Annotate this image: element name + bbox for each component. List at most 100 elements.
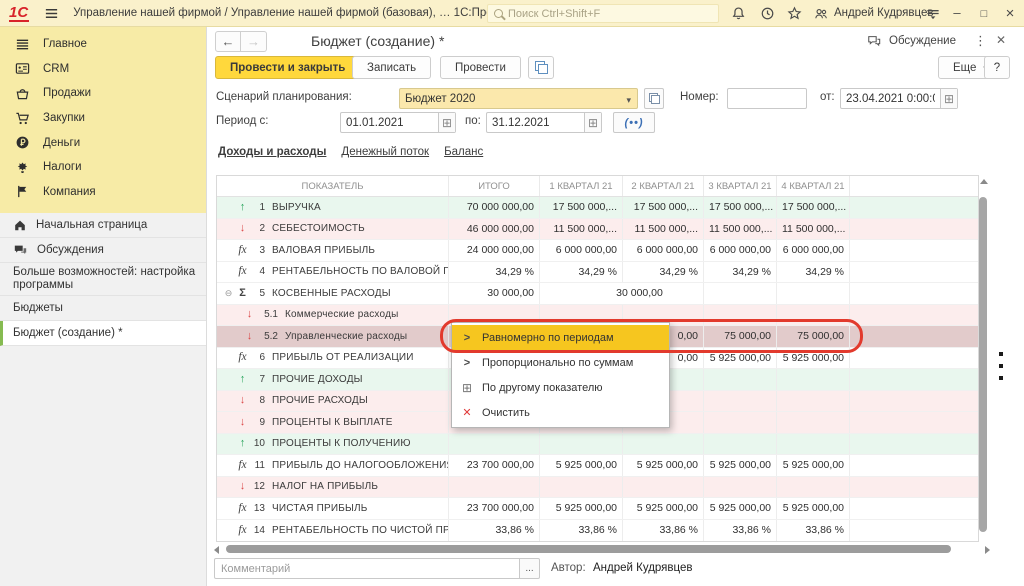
panel-splitter-handle[interactable]	[999, 352, 1004, 384]
horizontal-scrollbar[interactable]	[212, 544, 992, 554]
cell-q3[interactable]: 5 925 000,00	[704, 348, 777, 369]
table-row[interactable]: 5КОСВЕННЫЕ РАСХОДЫ 30 000,00 30 000,00	[217, 283, 978, 305]
search-input[interactable]	[508, 8, 712, 20]
period-from-input[interactable]	[341, 117, 438, 129]
menu-item-proportional-to-amounts[interactable]: Пропорционально по суммам	[452, 350, 669, 375]
contacts-button[interactable]	[813, 6, 829, 21]
sidebar-item-purchases[interactable]: Закупки	[0, 106, 206, 131]
calendar-icon[interactable]	[940, 89, 957, 108]
cell-q4[interactable]	[777, 283, 850, 304]
cell-q3[interactable]	[704, 283, 777, 304]
cell-q4[interactable]: 75 000,00	[777, 326, 850, 347]
cell-q3[interactable]: 5 925 000,00	[704, 455, 777, 476]
help-button[interactable]: ?	[984, 56, 1010, 79]
table-row[interactable]: 10ПРОЦЕНТЫ К ПОЛУЧЕНИЮ	[217, 434, 978, 456]
period-to-field[interactable]	[486, 112, 602, 133]
sidebar-item-taxes[interactable]: Налоги	[0, 155, 206, 180]
kebab-menu-icon[interactable]	[974, 33, 987, 49]
cell-q3[interactable]: 11 500 000,...	[704, 219, 777, 240]
sidebar-item-sales[interactable]: Продажи	[0, 81, 206, 106]
sidebar-item-main[interactable]: Главное	[0, 32, 206, 57]
table-row[interactable]: 1ВЫРУЧКА 70 000 000,00 17 500 000,... 17…	[217, 197, 978, 219]
cell-q4[interactable]: 5 925 000,00	[777, 498, 850, 519]
table-row[interactable]: 2СЕБЕСТОИМОСТЬ 46 000 000,00 11 500 000,…	[217, 219, 978, 241]
sidebar-item-budget-new[interactable]: Бюджет (создание) *	[0, 321, 206, 346]
table-row[interactable]: 4РЕНТАБЕЛЬНОСТЬ ПО ВАЛОВОЙ ПР... 34,29 %…	[217, 262, 978, 284]
menu-item-evenly-by-periods[interactable]: Равномерно по периодам	[452, 325, 669, 350]
close-window-button[interactable]	[1001, 5, 1019, 22]
forward-button[interactable]	[241, 31, 267, 52]
cell-q1[interactable]: 5 925 000,00	[540, 455, 623, 476]
cell-total[interactable]: 34,29 %	[449, 262, 540, 283]
scenario-open-button[interactable]	[644, 88, 664, 109]
discussion-button[interactable]: Обсуждение	[866, 34, 956, 48]
cell-q4[interactable]	[777, 305, 850, 326]
cell-q4[interactable]: 5 925 000,00	[777, 455, 850, 476]
cell-q2[interactable]: 34,29 %	[623, 262, 704, 283]
cell-q1[interactable]: 33,86 %	[540, 520, 623, 542]
number-field[interactable]	[727, 88, 807, 109]
cell-total[interactable]: 23 700 000,00	[449, 498, 540, 519]
save-button[interactable]: Записать	[352, 56, 431, 79]
post-button[interactable]: Провести	[440, 56, 521, 79]
cell-q4[interactable]: 5 925 000,00	[777, 348, 850, 369]
cell-total[interactable]: 30 000,00	[449, 283, 540, 304]
table-row[interactable]: 14РЕНТАБЕЛЬНОСТЬ ПО ЧИСТОЙ ПР... 33,86 %…	[217, 520, 978, 542]
cell-q1[interactable]: 11 500 000,...	[540, 219, 623, 240]
cell-q3[interactable]	[704, 305, 777, 326]
cell-q3[interactable]: 34,29 %	[704, 262, 777, 283]
tab-cash-flow[interactable]: Денежный поток	[341, 146, 429, 158]
cell-q2[interactable]: 5 925 000,00	[623, 455, 704, 476]
cell-q4[interactable]: 17 500 000,...	[777, 197, 850, 218]
cell-q1[interactable]: 6 000 000,00	[540, 240, 623, 261]
cell-q2[interactable]: 17 500 000,...	[623, 197, 704, 218]
posting-structure-button[interactable]	[528, 56, 554, 79]
collapse-icon[interactable]	[223, 288, 234, 299]
scenario-input[interactable]	[400, 93, 620, 105]
number-input[interactable]	[728, 93, 806, 105]
cell-q1[interactable]: 17 500 000,...	[540, 197, 623, 218]
cell-q2[interactable]: 33,86 %	[623, 520, 704, 542]
sidebar-item-budgets[interactable]: Бюджеты	[0, 296, 206, 321]
back-button[interactable]	[215, 31, 241, 52]
maximize-button[interactable]	[975, 5, 993, 20]
vertical-scrollbar[interactable]	[979, 197, 987, 532]
global-search[interactable]	[487, 4, 719, 23]
cell-total[interactable]: 70 000 000,00	[449, 197, 540, 218]
cell-q4[interactable]: 34,29 %	[777, 262, 850, 283]
cell-q2[interactable]: 5 925 000,00	[623, 498, 704, 519]
sidebar-item-more-features[interactable]: Больше возможностей: настройка программы	[0, 263, 206, 296]
sidebar-item-crm[interactable]: CRM	[0, 57, 206, 82]
cell-total[interactable]: 23 700 000,00	[449, 455, 540, 476]
calendar-icon[interactable]	[438, 113, 455, 132]
sidebar-item-home[interactable]: Начальная страница	[0, 213, 206, 238]
menu-item-by-other-indicator[interactable]: По другому показателю	[452, 375, 669, 400]
doc-date-field[interactable]	[840, 88, 958, 109]
sidebar-item-money[interactable]: Деньги	[0, 130, 206, 155]
cell-q4[interactable]: 11 500 000,...	[777, 219, 850, 240]
sidebar-item-company[interactable]: Компания	[0, 180, 206, 205]
cell-q3[interactable]: 17 500 000,...	[704, 197, 777, 218]
cell-total[interactable]: 46 000 000,00	[449, 219, 540, 240]
calendar-icon[interactable]	[584, 113, 601, 132]
cell-q3[interactable]: 33,86 %	[704, 520, 777, 542]
menu-item-clear[interactable]: Очистить	[452, 400, 669, 425]
post-and-close-button[interactable]: Провести и закрыть	[215, 56, 360, 79]
cell-q1[interactable]: 5 925 000,00	[540, 498, 623, 519]
current-user[interactable]: Андрей Кудрявцев	[834, 7, 934, 19]
chevron-down-icon[interactable]	[620, 90, 637, 108]
scroll-up-arrow[interactable]	[980, 179, 988, 184]
sidebar-item-discussions[interactable]: Обсуждения	[0, 238, 206, 263]
cell-total[interactable]: 33,86 %	[449, 520, 540, 542]
scroll-left-arrow[interactable]	[214, 546, 219, 554]
close-form-button[interactable]	[996, 33, 1006, 47]
service-menu-button[interactable]	[925, 6, 941, 21]
table-row[interactable]: 13ЧИСТАЯ ПРИБЫЛЬ 23 700 000,00 5 925 000…	[217, 498, 978, 520]
cell-merged[interactable]: 30 000,00	[540, 283, 704, 304]
scenario-field[interactable]	[399, 88, 638, 109]
comment-input[interactable]	[215, 563, 519, 575]
table-row[interactable]: 11ПРИБЫЛЬ ДО НАЛОГООБЛОЖЕНИЯ 23 700 000,…	[217, 455, 978, 477]
cell-q2[interactable]: 11 500 000,...	[623, 219, 704, 240]
choose-period-button[interactable]	[613, 112, 655, 133]
cell-q4[interactable]: 33,86 %	[777, 520, 850, 542]
